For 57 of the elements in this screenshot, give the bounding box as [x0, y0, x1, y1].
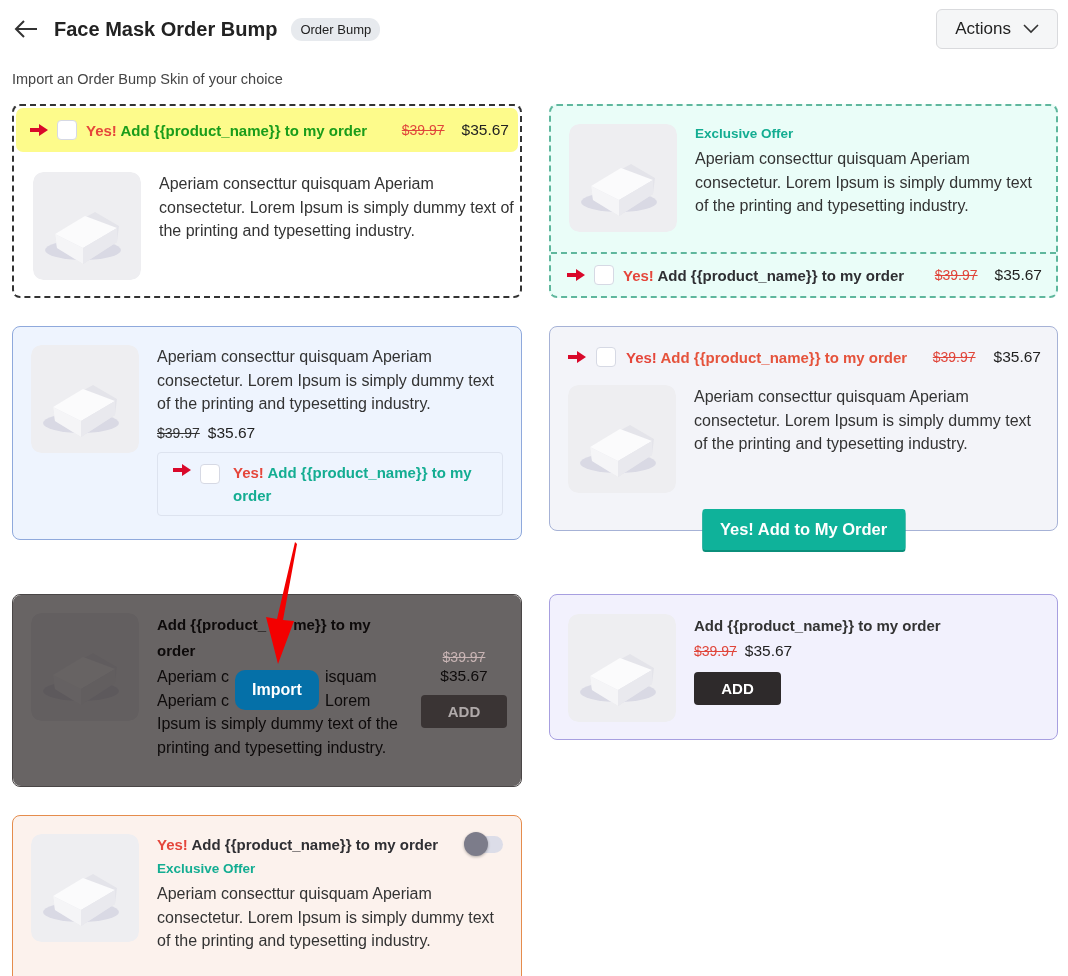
arrow-icon: [30, 124, 48, 136]
arrow-icon: [173, 463, 191, 476]
product-description: Aperiam c: [157, 690, 230, 711]
product-description: Aperiam consecttur quisquam Aperiam consectetur. Lorem Ipsum is simply dummy text of the printing and typesetting industry.: [694, 387, 1032, 454]
actions-button[interactable]: Actions: [936, 9, 1058, 49]
product-title: order: [157, 641, 196, 661]
offer-label[interactable]: Yes! Add {{product_name}} to my order: [233, 460, 482, 507]
checkbox[interactable]: [596, 347, 616, 367]
import-button[interactable]: Import: [235, 670, 319, 710]
old-price: $39.97: [401, 122, 445, 138]
chevron-down-icon: [1023, 24, 1039, 34]
checkbox[interactable]: [57, 120, 77, 140]
product-description: isquam: [325, 667, 377, 687]
page-title: Face Mask Order Bump: [54, 17, 278, 41]
offer-tag: Exclusive Offer: [157, 861, 503, 876]
offer-label[interactable]: Yes! Add {{product_name}} to my order: [626, 348, 908, 366]
old-price: $39.97: [932, 349, 976, 365]
product-description: Aperiam consecttur quisquam Aperiam consectetur. Lorem Ipsum is simply dummy text of the printing and typesetting industry.: [157, 884, 495, 951]
offer-label[interactable]: Yes! Add {{product_name}} to my order: [623, 266, 905, 284]
skin-card[interactable]: Yes! Add {{product_name}} to my order $39.97 $35.67 Aperiam consecttur quisquam Aperiam consectetur. Lorem Ipsum is simply dummy text of the printing and typesetting industry.: [12, 104, 522, 298]
product-description: Aperiam consecttur quisquam Aperiam consectetur. Lorem Ipsum is simply dummy text of the printing and typesetting industry.: [159, 174, 515, 241]
skin-card[interactable]: Add {{product_ me}} to my order Aperiam c isquam Aperiam c Lorem Ipsum is simply dummy text of the printing and typesetting industry. $39.97 $35.67 ADD Import: [12, 594, 522, 787]
product-title: Add {{product_name}} to my order: [694, 616, 942, 636]
checkbox[interactable]: [594, 265, 614, 285]
price: $35.67: [461, 121, 509, 139]
add-button[interactable]: ADD: [694, 672, 781, 705]
offer-label[interactable]: Yes! Add {{product_name}} to my order: [157, 836, 439, 853]
checkbox[interactable]: [200, 463, 220, 484]
price: $35.67: [744, 642, 793, 660]
skin-card[interactable]: Add {{product_name}} to my order $39.97 $35.67 ADD: [549, 594, 1058, 740]
product-description: Aperiam consecttur quisquam Aperiam consectetur. Lorem Ipsum is simply dummy text of the printing and typesetting industry.: [695, 149, 1033, 216]
skin-card[interactable]: Yes! Add {{product_name}} to my order Exclusive Offer Aperiam consecttur quisquam Aperiam consectetur. Lorem Ipsum is simply dummy text of the printing and typesetting industry.: [12, 815, 522, 976]
price: $35.67: [440, 667, 488, 685]
add-button[interactable]: ADD: [421, 695, 507, 728]
product-description: Aperiam c: [157, 667, 230, 687]
arrow-icon: [568, 351, 586, 363]
product-title: Add {{product_: [157, 615, 267, 635]
product-title: me}} to my: [293, 615, 371, 635]
product-description: Ipsum is simply dummy text of the: [157, 714, 398, 734]
back-arrow-icon[interactable]: [14, 19, 38, 39]
old-price: $39.97: [934, 267, 978, 283]
skin-card[interactable]: Aperiam consecttur quisquam Aperiam consectetur. Lorem Ipsum is simply dummy text of the printing and typesetting industry. $39.97 $35.67 Yes! Add {{product_name}} to my order: [12, 326, 522, 540]
price: $35.67: [207, 423, 256, 442]
old-price: $39.97: [157, 424, 200, 441]
subtitle: Import an Order Bump Skin of your choice: [12, 71, 284, 89]
product-description: Aperiam consecttur quisquam Aperiam consectetur. Lorem Ipsum is simply dummy text of the printing and typesetting industry.: [157, 347, 495, 414]
product-description: printing and typesetting industry.: [157, 737, 387, 758]
price: $35.67: [994, 266, 1042, 284]
arrow-icon: [567, 269, 585, 281]
offer-tag: Exclusive Offer: [695, 126, 1038, 141]
offer-label[interactable]: Yes! Add {{product_name}} to my order: [86, 121, 368, 139]
type-badge: Order Bump: [291, 17, 381, 41]
old-price: $39.97: [442, 649, 486, 665]
skin-card[interactable]: Exclusive Offer Aperiam consecttur quisquam Aperiam consectetur. Lorem Ipsum is simply dummy text of the printing and typesetting industry. Yes! Add {{product_name}} to my order $39.97 $35.67: [549, 104, 1058, 298]
product-description: Lorem: [325, 690, 371, 711]
old-price: $39.97: [694, 643, 737, 659]
price: $35.67: [993, 348, 1041, 366]
